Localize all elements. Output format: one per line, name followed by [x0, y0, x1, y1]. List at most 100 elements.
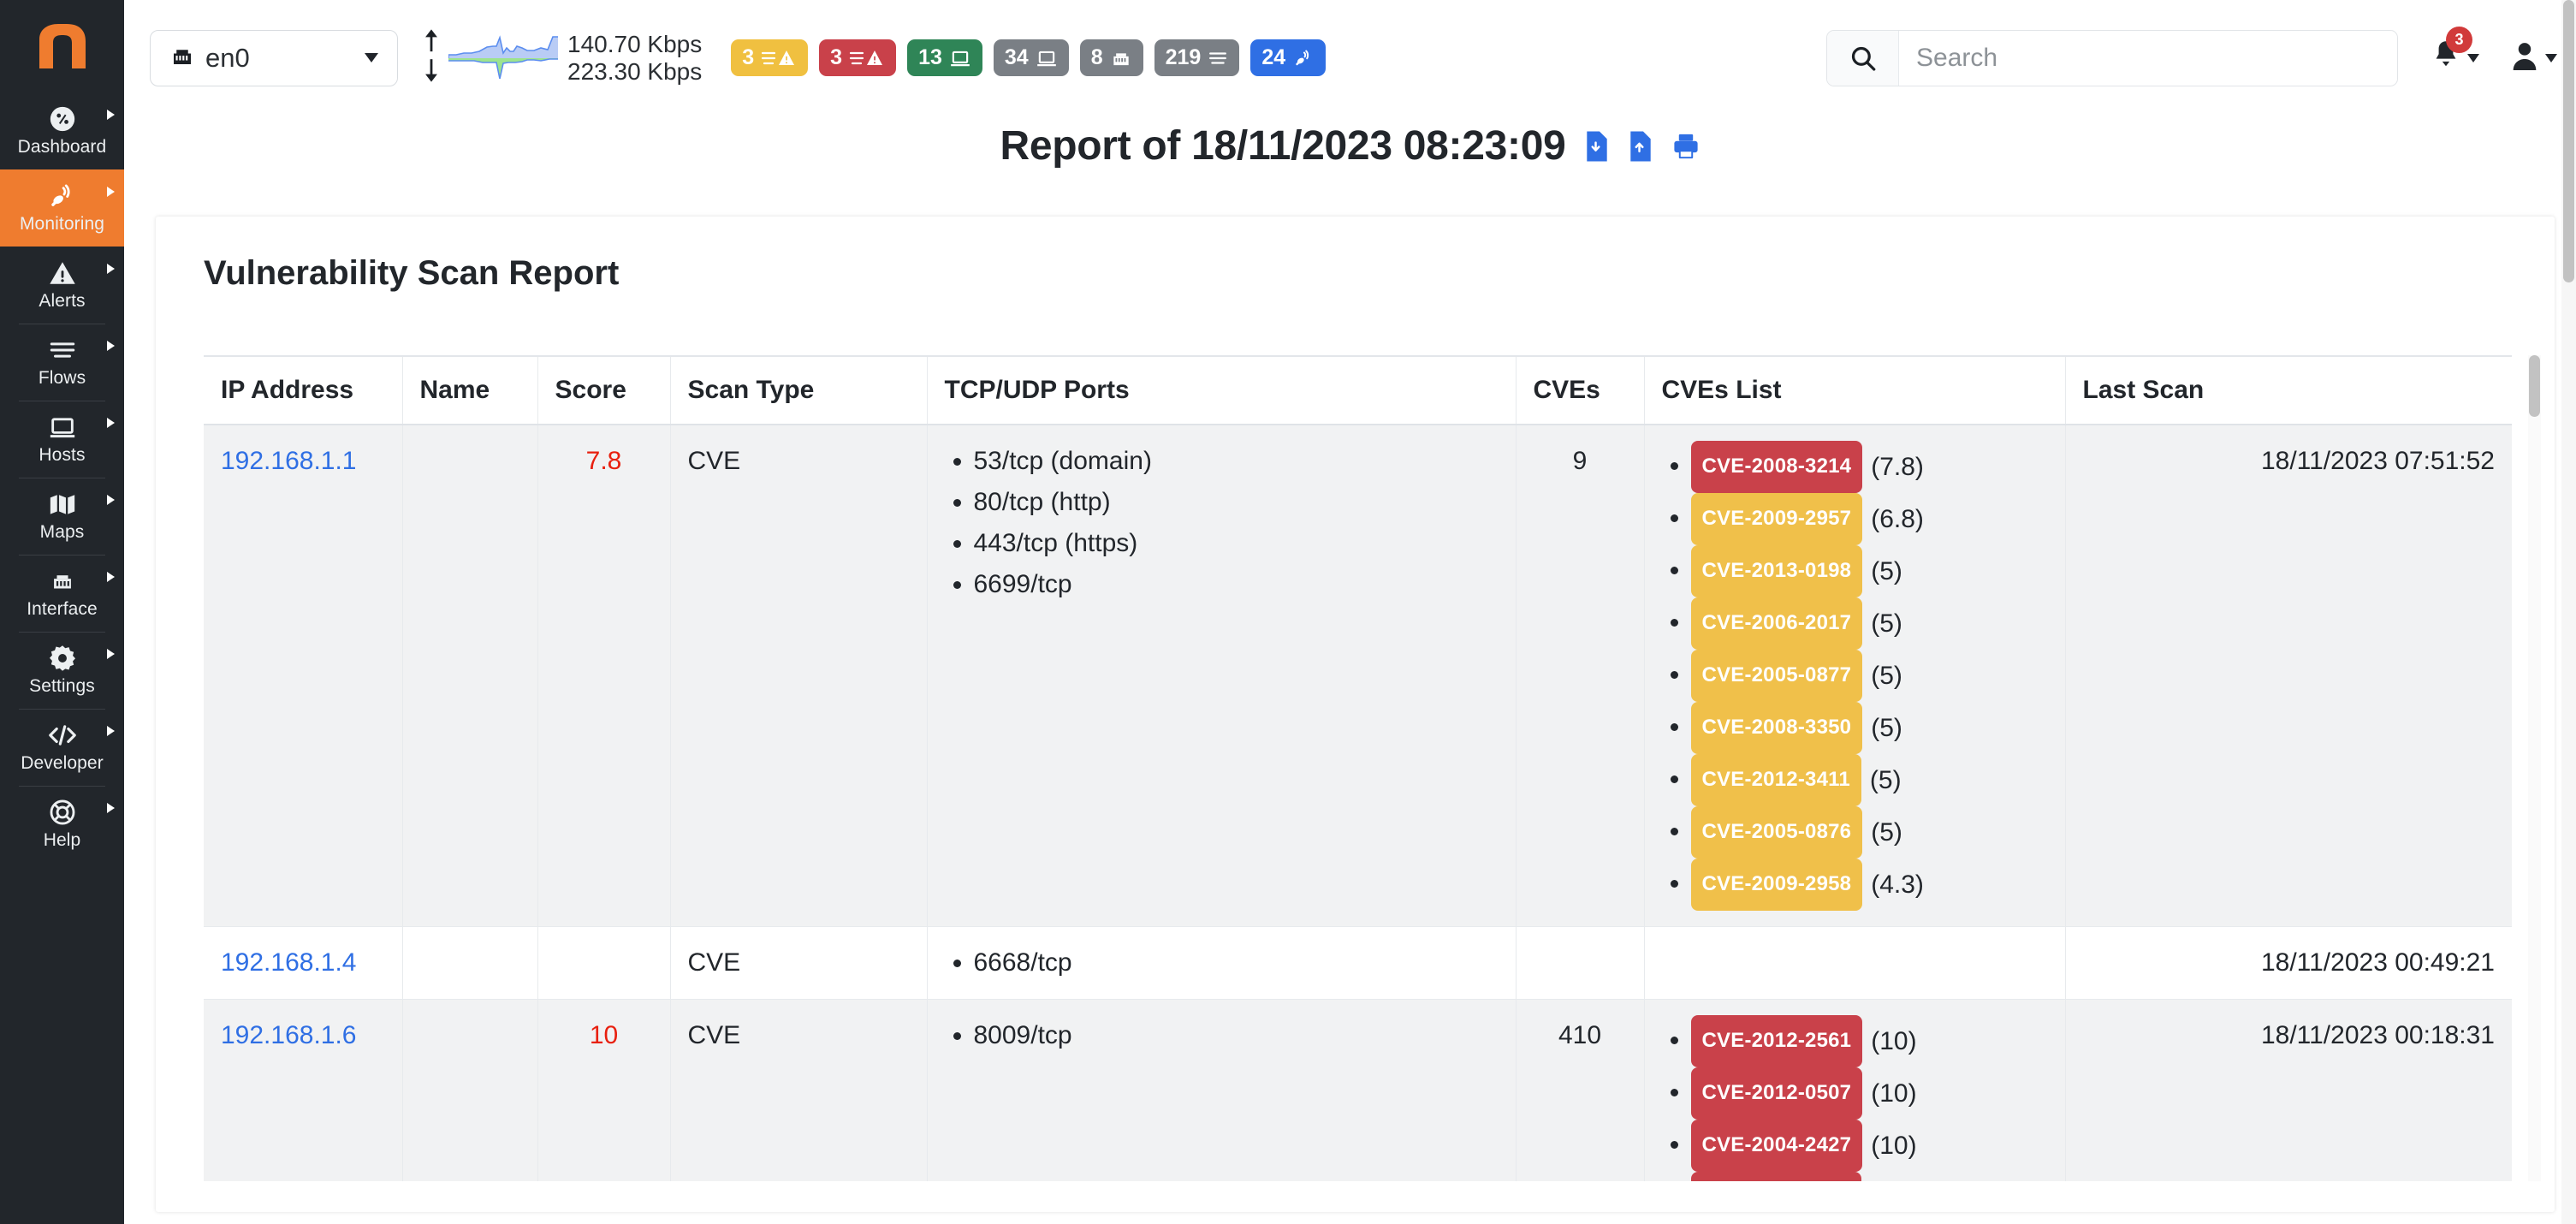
cve-badge[interactable]: CVE-2004-2427 [1690, 1120, 1863, 1172]
cve-badge[interactable]: CVE-2008-3350 [1690, 702, 1863, 754]
cve-item: CVE-2005-0877 (5) [1690, 650, 2048, 702]
port-item: 443/tcp (https) [974, 523, 1499, 564]
ethernet-icon [1110, 49, 1132, 68]
sidebar-label: Hosts [39, 445, 86, 465]
badge-warning-alerts[interactable]: 3 [731, 39, 809, 76]
badge-error-alerts[interactable]: 3 [819, 39, 897, 76]
column-header-cves-list[interactable]: CVEs List [1643, 355, 2065, 425]
cve-score: (10) [1871, 1026, 1917, 1055]
chevron-down-icon [2545, 53, 2557, 62]
sidebar-label: Maps [39, 522, 85, 542]
chevron-right-icon [107, 187, 115, 197]
badge-interfaces[interactable]: 8 [1079, 39, 1143, 76]
user-menu-button[interactable] [2510, 39, 2557, 76]
ip-address-link[interactable]: 192.168.1.4 [221, 948, 356, 977]
page-scrollbar-thumb[interactable] [2563, 0, 2574, 282]
traffic-sparkline [448, 34, 558, 82]
status-badges: 3 3 13 34 8 219 24 [731, 39, 1327, 76]
cve-badge[interactable]: CVE-2012-2561 [1690, 1015, 1863, 1067]
monitoring-icon [1292, 48, 1315, 68]
chevron-right-icon [107, 418, 115, 428]
cve-badge[interactable]: CVE-2011-2092 [1690, 1172, 1861, 1181]
cell-cves-list: CVE-2012-2561(10)CVE-2012-0507(10)CVE-20… [1643, 999, 2065, 1181]
sidebar: Dashboard Monitoring Alerts Flows Hosts … [0, 0, 124, 1224]
download-rate: 140.70 Kbps [567, 30, 703, 57]
hosts-icon [48, 413, 77, 442]
cve-badge[interactable]: CVE-2012-0507 [1690, 1067, 1863, 1120]
badge-probes[interactable]: 24 [1250, 39, 1327, 76]
sidebar-label: Monitoring [19, 214, 105, 234]
sidebar-item-flows[interactable]: Flows [0, 324, 124, 401]
column-header-last-scan[interactable]: Last Scan [2064, 355, 2512, 425]
badge-flows[interactable]: 219 [1154, 39, 1240, 76]
sidebar-item-dashboard[interactable]: Dashboard [0, 92, 124, 169]
score-value: 7.8 [585, 447, 622, 475]
cve-badge[interactable]: CVE-2006-2017 [1690, 597, 1863, 650]
sidebar-label: Help [43, 830, 81, 850]
download-report-icon[interactable] [1584, 130, 1610, 163]
print-report-icon[interactable] [1671, 131, 1701, 162]
column-header-scan-type[interactable]: Scan Type [669, 355, 927, 425]
badge-count: 13 [918, 45, 942, 69]
cell-cves-list [1643, 926, 2065, 1000]
cve-item: CVE-2012-2561 (10) [1690, 1015, 2048, 1067]
ip-address-link[interactable]: 192.168.1.1 [221, 447, 356, 475]
sidebar-item-hosts[interactable]: Hosts [0, 401, 124, 478]
column-header-name[interactable]: Name [401, 355, 537, 425]
cve-score: (10) [1871, 1078, 1917, 1108]
cve-item: CVE-2004-2427 (10) [1690, 1120, 2048, 1172]
cve-badge[interactable]: CVE-2013-0198 [1690, 545, 1863, 597]
search-input[interactable] [1899, 30, 2397, 86]
cve-item: CVE-2012-3411 (5) [1690, 754, 2048, 806]
ethernet-icon [169, 45, 195, 71]
ports-list: 53/tcp (domain)80/tcp (http)443/tcp (htt… [945, 441, 1499, 605]
column-header-ports[interactable]: TCP/UDP Ports [926, 355, 1516, 425]
sidebar-item-monitoring[interactable]: Monitoring [0, 169, 124, 247]
cve-badge[interactable]: CVE-2008-3214 [1690, 441, 1863, 493]
interface-selector[interactable]: en0 [150, 29, 398, 86]
sidebar-item-help[interactable]: Help [0, 786, 124, 863]
cve-badge[interactable]: CVE-2005-0877 [1690, 650, 1863, 702]
cell-ports: 6668/tcp [926, 926, 1516, 1000]
list-icon [1208, 49, 1228, 68]
flows-icon [48, 336, 77, 365]
table-scroll-area: IP Address Name Score Scan Type TCP/UDP … [156, 355, 2555, 1181]
chevron-right-icon [107, 495, 115, 505]
sidebar-item-settings[interactable]: Settings [0, 632, 124, 709]
sidebar-item-interface[interactable]: Interface [0, 555, 124, 632]
notifications-button[interactable]: 3 [2431, 27, 2479, 77]
vulnerability-table: IP Address Name Score Scan Type TCP/UDP … [204, 355, 2512, 1181]
badge-total-devices[interactable]: 34 [993, 39, 1069, 76]
app-logo[interactable] [0, 0, 124, 92]
sidebar-item-maps[interactable]: Maps [0, 478, 124, 555]
chevron-right-icon [107, 264, 115, 274]
page-title: Report of 18/11/2023 08:23:09 [1000, 123, 1566, 169]
table-body: 192.168.1.17.8CVE53/tcp (domain)80/tcp (… [204, 425, 2512, 1181]
sidebar-item-alerts[interactable]: Alerts [0, 247, 124, 324]
badge-active-devices[interactable]: 13 [907, 39, 982, 76]
table-scrollbar-track[interactable] [2528, 355, 2541, 1181]
cve-badge[interactable]: CVE-2012-3411 [1690, 754, 1861, 806]
ip-address-link[interactable]: 192.168.1.6 [221, 1021, 356, 1049]
cell-ip-address: 192.168.1.6 [204, 999, 402, 1181]
cve-item: CVE-2013-0198 (5) [1690, 545, 2048, 597]
sidebar-item-developer[interactable]: Developer [0, 709, 124, 786]
cell-name [401, 999, 537, 1181]
cve-score: (5) [1871, 556, 1902, 585]
sidebar-label: Settings [29, 676, 95, 696]
cve-badge[interactable]: CVE-2005-0876 [1690, 806, 1863, 859]
card-title: Vulnerability Scan Report [204, 254, 620, 292]
column-header-ip-address[interactable]: IP Address [204, 355, 402, 425]
upload-report-icon[interactable] [1628, 130, 1653, 163]
table-scrollbar-thumb[interactable] [2529, 355, 2540, 417]
cve-badge[interactable]: CVE-2009-2958 [1690, 859, 1863, 911]
table-row: 192.168.1.6 10 CVE 8009/tcp 410 CVE-2012-2561… [204, 999, 2512, 1181]
column-header-cves[interactable]: CVEs [1515, 355, 1644, 425]
column-header-score[interactable]: Score [537, 355, 670, 425]
search-box[interactable] [1826, 29, 2398, 86]
cell-last-scan: 18/11/2023 00:49:21 [2064, 926, 2512, 1000]
page-scrollbar-track[interactable] [2561, 0, 2576, 1224]
user-icon [2510, 39, 2539, 76]
cve-badge[interactable]: CVE-2009-2957 [1690, 493, 1863, 545]
help-icon [48, 798, 77, 827]
